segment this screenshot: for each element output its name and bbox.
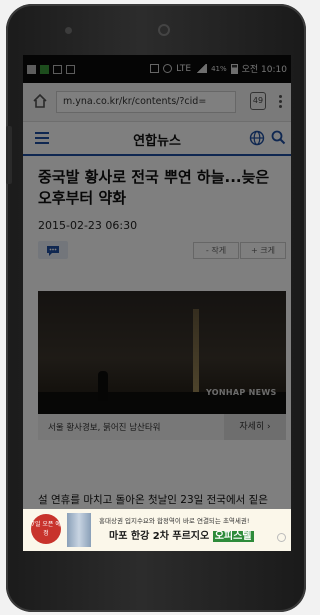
detail-button[interactable]: 자세히 › <box>224 414 286 440</box>
front-sensor <box>65 27 72 34</box>
vibrate-icon <box>150 64 160 73</box>
clock: 오전 10:10 <box>241 65 287 75</box>
article-body: 설 연휴를 마치고 돌아온 첫날인 23일 전국에서 짙은 <box>38 494 268 506</box>
battery-percent: 41% <box>211 64 227 73</box>
ad-main-prefix: 마포 한강 2차 푸르지오 <box>109 531 210 542</box>
site-header: 연합뉴스 <box>23 122 291 156</box>
battery-icon <box>230 63 238 74</box>
front-camera <box>158 24 170 36</box>
status-bar: LTE 41% 오전 10:10 <box>23 55 291 83</box>
ad-banner[interactable]: 7일 오픈 예정 홍대상권 입지수요와 합정역이 바로 연결되는 초역세권! 마… <box>23 509 291 551</box>
photo-watermark: YONHAP NEWS <box>206 388 277 397</box>
screen: LTE 41% 오전 10:10 m.yna.co.kr/kr/contents… <box>23 55 291 551</box>
photo-caption-bar: 서울 황사경보, 붉어진 남산타워 자세히 › <box>38 414 286 440</box>
article-date: 2015-02-23 06:30 <box>38 219 138 232</box>
overflow-menu-icon[interactable] <box>279 95 282 109</box>
alarm-icon <box>163 64 173 73</box>
image-notification-icon <box>53 64 62 74</box>
ad-building-image <box>67 513 91 547</box>
signal-icon <box>195 64 208 73</box>
phone-frame: LTE 41% 오전 10:10 m.yna.co.kr/kr/contents… <box>6 4 306 612</box>
detail-button-label: 자세히 <box>239 422 265 432</box>
tab-switcher-icon[interactable]: 49 <box>250 92 266 110</box>
namsan-tower <box>193 309 199 401</box>
ad-main-highlight: 오피스텔 <box>212 531 254 542</box>
status-right: LTE 41% 오전 10:10 <box>150 62 287 75</box>
globe-icon[interactable] <box>249 130 265 146</box>
ad-main-line: 마포 한강 2차 푸르지오 오피스텔 <box>109 527 254 542</box>
app-notification-icon <box>40 64 49 74</box>
photo-caption: 서울 황사경보, 붉어진 남산타워 <box>48 423 161 433</box>
ad-top-line: 홍대상권 입지수요와 합정역이 바로 연결되는 초역세권! <box>99 517 250 525</box>
close-icon[interactable] <box>277 533 286 542</box>
url-input[interactable]: m.yna.co.kr/kr/contents/?cid= <box>56 91 236 113</box>
browser-toolbar: m.yna.co.kr/kr/contents/?cid= 49 <box>23 83 291 122</box>
network-type: LTE <box>176 63 192 74</box>
font-smaller-button[interactable]: - 작게 <box>193 242 239 259</box>
ad-badge: 7일 오픈 예정 <box>31 514 61 544</box>
side-button <box>6 126 12 184</box>
comment-button[interactable] <box>38 241 68 259</box>
person-silhouette <box>98 371 108 401</box>
notification-icon <box>66 64 75 74</box>
home-icon[interactable] <box>32 93 48 109</box>
article-photo[interactable]: YONHAP NEWS <box>38 291 286 414</box>
comment-icon <box>47 246 59 256</box>
font-larger-button[interactable]: + 크게 <box>240 242 286 259</box>
search-icon[interactable] <box>271 130 286 145</box>
article-headline: 중국발 황사로 전국 뿌연 하늘...늦은 오후부터 약화 <box>38 168 270 207</box>
back-notification-icon <box>27 64 36 74</box>
